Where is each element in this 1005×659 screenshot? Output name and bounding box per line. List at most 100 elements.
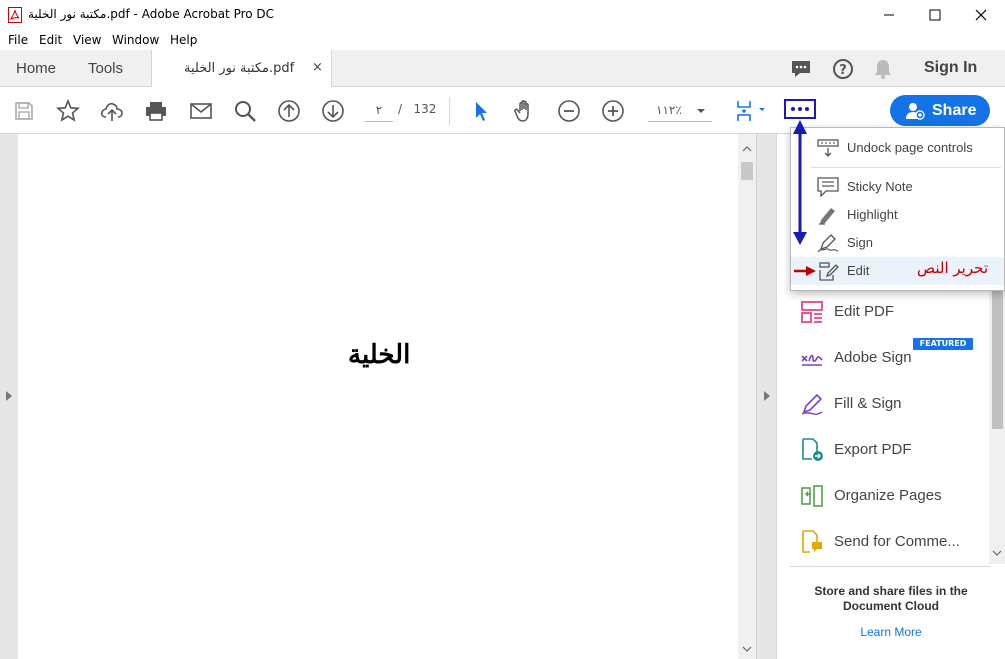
highlight-icon	[819, 208, 835, 225]
window-title: مكتبة نور الخلية.pdf - Adobe Acrobat Pro…	[28, 7, 275, 21]
arrow-up-circle-icon	[278, 100, 300, 122]
more-dots-icon	[791, 107, 809, 111]
acrobat-app-icon	[8, 7, 22, 23]
zoom-out-button[interactable]	[556, 98, 582, 124]
edit-text-annotation: تحرير النص	[917, 259, 988, 277]
close-icon	[975, 9, 987, 21]
scroll-down-icon[interactable]	[742, 646, 752, 652]
menu-edit[interactable]: Edit	[39, 33, 62, 47]
tools-scroll-down-icon[interactable]	[992, 550, 1002, 556]
menu-file[interactable]: File	[8, 33, 28, 47]
zoom-level-select[interactable]: ١١٢٪	[648, 100, 712, 122]
learn-more-link[interactable]: Learn More	[796, 625, 986, 639]
share-label: Share	[932, 102, 977, 119]
menu-item-label: Sticky Note	[847, 179, 913, 194]
undock-icon	[817, 139, 839, 157]
menu-item-highlight[interactable]: Highlight	[791, 201, 1004, 229]
upload-cloud-button[interactable]	[99, 98, 125, 124]
tool-label: Organize Pages	[834, 487, 942, 504]
cloud-upload-icon	[100, 102, 123, 121]
sign-pen-icon	[817, 234, 839, 253]
menu-item-label: Sign	[847, 235, 874, 250]
menu-item-undock-page-controls[interactable]: Undock page controls	[791, 134, 1004, 162]
add-user-icon	[906, 103, 925, 120]
email-button[interactable]	[188, 98, 214, 124]
tab-tools[interactable]: Tools	[88, 60, 123, 77]
envelope-icon	[190, 103, 212, 119]
document-scroll-thumb[interactable]	[741, 162, 753, 180]
save-icon	[15, 102, 33, 120]
select-tool-button[interactable]	[468, 98, 494, 124]
export-pdf-icon	[802, 438, 823, 461]
tool-fill-sign[interactable]: Fill & Sign	[776, 384, 988, 424]
menu-item-label: Edit	[847, 263, 870, 278]
fill-sign-icon	[801, 393, 823, 415]
scroll-up-icon[interactable]	[742, 146, 752, 152]
total-pages: 132	[413, 102, 437, 116]
tool-organize-pages[interactable]: Organize Pages	[776, 476, 988, 516]
notifications-bell-icon[interactable]	[873, 58, 893, 80]
minimize-button[interactable]	[866, 0, 912, 30]
tab-home[interactable]: Home	[16, 60, 56, 77]
menu-view[interactable]: View	[73, 33, 101, 47]
right-pane-toggle-strip	[756, 134, 776, 659]
minus-circle-icon	[558, 100, 580, 122]
menu-item-sign[interactable]: Sign	[791, 229, 1004, 257]
tool-label: Export PDF	[834, 441, 912, 458]
tab-bar: Home Tools مكتبة نور الخلية.pdf × ? Sign…	[0, 50, 1005, 88]
printer-icon	[146, 102, 166, 121]
maximize-button[interactable]	[912, 0, 958, 30]
share-button[interactable]: Share	[890, 95, 990, 126]
comments-icon[interactable]	[790, 58, 812, 80]
find-button[interactable]	[232, 98, 258, 124]
toolbar-divider	[449, 97, 450, 125]
hand-icon	[514, 100, 529, 122]
document-page	[18, 134, 738, 659]
menu-help[interactable]: Help	[170, 33, 197, 47]
tab-document[interactable]: مكتبة نور الخلية.pdf ×	[151, 50, 332, 88]
featured-badge: FEATURED	[913, 338, 973, 350]
tool-label: Adobe Sign	[834, 349, 912, 366]
page-separator: /	[398, 102, 403, 116]
tool-label: Send for Comme...	[834, 533, 960, 550]
tool-export-pdf[interactable]: Export PDF	[776, 430, 988, 470]
tool-send-for-comments[interactable]: Send for Comme...	[776, 522, 988, 562]
star-icon	[56, 99, 80, 122]
collapse-right-pane-icon[interactable]	[763, 390, 771, 402]
sign-in-link[interactable]: Sign In	[924, 59, 977, 77]
document-scrollbar[interactable]	[738, 134, 756, 659]
hand-tool-button[interactable]	[512, 98, 538, 124]
previous-page-button[interactable]	[276, 98, 302, 124]
tool-edit-pdf[interactable]: Edit PDF	[776, 292, 988, 332]
bookmark-star-button[interactable]	[55, 98, 81, 124]
help-icon[interactable]: ?	[832, 58, 854, 80]
tool-label: Edit PDF	[834, 303, 895, 320]
next-page-button[interactable]	[320, 98, 346, 124]
page-fit-icon	[737, 101, 765, 121]
tools-pane-divider	[790, 566, 990, 567]
chevron-down-icon	[697, 109, 705, 113]
menu-item-label: Undock page controls	[847, 140, 973, 155]
adobe-sign-icon	[801, 354, 823, 366]
tab-document-label: مكتبة نور الخلية.pdf	[184, 61, 295, 76]
expand-left-panel-icon[interactable]	[5, 390, 13, 402]
close-window-button[interactable]	[958, 0, 1004, 30]
organize-pages-icon	[801, 485, 823, 507]
current-page-input[interactable]: ٢	[365, 100, 393, 122]
search-icon	[235, 101, 256, 122]
document-cloud-promo: Store and share files in the Document Cl…	[814, 584, 968, 613]
menu-bar: File Edit View Window Help	[0, 30, 1005, 50]
menu-item-sticky-note[interactable]: Sticky Note	[791, 173, 1004, 201]
minimize-icon	[884, 14, 894, 16]
tab-close-button[interactable]: ×	[312, 60, 323, 75]
page-count-label: / 132	[398, 102, 436, 116]
more-tools-button[interactable]	[784, 99, 816, 119]
sticky-note-icon	[817, 177, 839, 197]
title-bar: مكتبة نور الخلية.pdf - Adobe Acrobat Pro…	[0, 0, 1005, 30]
zoom-in-button[interactable]	[600, 98, 626, 124]
svg-text:?: ?	[839, 63, 847, 78]
print-button[interactable]	[143, 98, 169, 124]
page-display-button[interactable]	[733, 98, 769, 124]
menu-window[interactable]: Window	[112, 33, 159, 47]
save-button[interactable]	[11, 98, 37, 124]
